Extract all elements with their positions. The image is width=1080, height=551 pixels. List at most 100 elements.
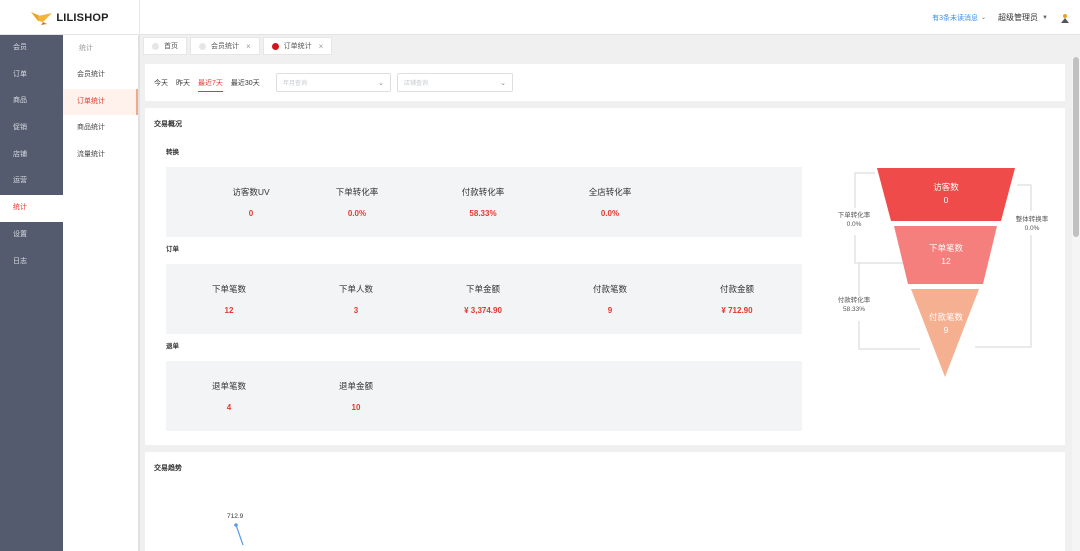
funnel-order-rate-label: 下单转化率 bbox=[837, 212, 871, 219]
funnel-overall-rate: 整体转换率 0.0% bbox=[1007, 215, 1057, 233]
funnel-orders-label: 下单笔数 12 bbox=[906, 242, 986, 268]
stat-value: 58.33% bbox=[469, 209, 497, 218]
conversion-funnel: 访客数 0 下单笔数 12 付款笔数 9 下单转化率 0.0% 付款转化率 58… bbox=[835, 163, 1055, 383]
sidebar-item-settings[interactable]: 设置 bbox=[0, 222, 63, 249]
funnel-visitors-title: 访客数 bbox=[933, 182, 959, 192]
stat-value: 0.0% bbox=[347, 209, 367, 218]
refund-box: 退单笔数 4 退单金额 10 bbox=[166, 361, 802, 431]
funnel-pay-rate: 付款转化率 58.33% bbox=[829, 296, 879, 314]
transaction-overview-card: 交易概况 转换 访客数UV 0 下单转化率 0.0% 付款转化率 58.33% … bbox=[145, 108, 1065, 445]
stat-value: ¥ 712.90 bbox=[721, 306, 753, 315]
order-title: 订单 bbox=[166, 246, 179, 253]
stat-value: 0 bbox=[248, 209, 254, 218]
refund-title: 退单 bbox=[166, 343, 179, 350]
stat-label: 付款笔数 bbox=[592, 284, 627, 294]
stat-order-count: 下单笔数 12 bbox=[174, 283, 284, 315]
stat-value: 0.0% bbox=[600, 209, 620, 218]
tab-order-stats[interactable]: 订单统计 × bbox=[262, 37, 333, 55]
shop-placeholder: 店铺查询 bbox=[404, 81, 429, 87]
filter-today[interactable]: 今天 bbox=[154, 78, 168, 92]
year-month-select[interactable]: 年月查询 ⌄ bbox=[276, 73, 391, 92]
year-month-placeholder: 年月查询 bbox=[283, 81, 308, 87]
submenu-item-goods-stats[interactable]: 商品统计 bbox=[63, 115, 138, 142]
sidebar-item-goods[interactable]: 商品 bbox=[0, 88, 63, 115]
funnel-order-rate: 下单转化率 0.0% bbox=[829, 211, 879, 229]
order-box: 下单笔数 12 下单人数 3 下单金额 ¥ 3,374.90 付款笔数 9 付款… bbox=[166, 264, 802, 334]
stat-label: 下单人数 bbox=[338, 284, 373, 294]
stat-store-conversion: 全店转化率 0.0% bbox=[555, 186, 665, 218]
stat-paid-amount: 付款金额 ¥ 712.90 bbox=[682, 283, 792, 315]
sidebar-item-order[interactable]: 订单 bbox=[0, 62, 63, 89]
funnel-orders-title: 下单笔数 bbox=[928, 243, 963, 253]
stat-refund-amount: 退单金额 10 bbox=[301, 380, 411, 412]
stat-payment-conversion: 付款转化率 58.33% bbox=[428, 186, 538, 218]
overview-title: 交易概况 bbox=[154, 121, 182, 128]
filter-yesterday[interactable]: 昨天 bbox=[176, 78, 190, 92]
tab-home[interactable]: 首页 bbox=[143, 37, 187, 55]
bird-logo-icon bbox=[31, 11, 53, 25]
unread-messages-link[interactable]: 有3条未读消息 ⌄ bbox=[932, 13, 986, 23]
chevron-down-icon: ⌄ bbox=[500, 79, 506, 87]
tab-member-stats[interactable]: 会员统计 × bbox=[190, 37, 260, 55]
sidebar-item-statistics[interactable]: 统计 bbox=[0, 195, 63, 222]
submenu-item-traffic-stats[interactable]: 流量统计 bbox=[63, 142, 138, 169]
close-icon[interactable]: × bbox=[246, 42, 251, 51]
filter-last-7-days[interactable]: 最近7天 bbox=[198, 78, 223, 92]
tab-label: 会员统计 bbox=[211, 43, 239, 50]
close-icon[interactable]: × bbox=[319, 42, 324, 51]
stat-paid-count: 付款笔数 9 bbox=[555, 283, 665, 315]
avatar-icon[interactable] bbox=[1060, 13, 1070, 23]
tab-dot-icon bbox=[199, 42, 206, 50]
shop-select[interactable]: 店铺查询 ⌄ bbox=[397, 73, 513, 92]
logo-text: LILISHOP bbox=[56, 11, 109, 24]
trend-line bbox=[234, 523, 244, 546]
page-tabs: 首页 会员统计 × 订单统计 × bbox=[143, 37, 333, 57]
submenu-item-member-stats[interactable]: 会员统计 bbox=[63, 62, 138, 89]
stat-label: 付款金额 bbox=[719, 284, 754, 294]
stat-label: 付款转化率 bbox=[461, 187, 505, 197]
date-quick-filters: 今天 昨天 最近7天 最近30天 bbox=[154, 78, 260, 92]
chevron-down-icon: ⌄ bbox=[981, 15, 987, 21]
stat-label: 下单转化率 bbox=[335, 187, 379, 197]
sidebar-item-shop[interactable]: 店铺 bbox=[0, 142, 63, 169]
funnel-pay-rate-value: 58.33% bbox=[842, 306, 866, 313]
chevron-down-icon: ⌄ bbox=[378, 79, 384, 87]
filter-card: 今天 昨天 最近7天 最近30天 年月查询 ⌄ 店铺查询 ⌄ bbox=[145, 64, 1065, 101]
stat-label: 全店转化率 bbox=[588, 187, 632, 197]
funnel-orders-value: 12 bbox=[941, 256, 951, 266]
stat-value: 12 bbox=[224, 306, 234, 315]
sidebar-item-operation[interactable]: 运营 bbox=[0, 168, 63, 195]
stat-label: 下单笔数 bbox=[211, 284, 246, 294]
submenu-title: 统计 bbox=[79, 45, 93, 52]
trend-title: 交易趋势 bbox=[154, 465, 182, 472]
stat-visitors-uv: 访客数UV 0 bbox=[196, 186, 306, 218]
sidebar-item-logs[interactable]: 日志 bbox=[0, 249, 63, 276]
sidebar-item-promotion[interactable]: 促销 bbox=[0, 115, 63, 142]
funnel-paid-label: 付款笔数 9 bbox=[906, 311, 986, 337]
stat-label: 访客数UV bbox=[232, 187, 270, 197]
stat-value: 10 bbox=[351, 403, 361, 412]
funnel-order-rate-value: 0.0% bbox=[846, 221, 862, 228]
stat-value: 9 bbox=[607, 306, 613, 315]
conversion-box: 访客数UV 0 下单转化率 0.0% 付款转化率 58.33% 全店转化率 0.… bbox=[166, 167, 802, 237]
logo[interactable]: LILISHOP bbox=[0, 0, 140, 35]
tab-label: 首页 bbox=[164, 43, 178, 50]
user-name: 超级管理员 bbox=[998, 13, 1039, 22]
filter-last-30-days[interactable]: 最近30天 bbox=[231, 78, 260, 92]
submenu-item-order-stats[interactable]: 订单统计 bbox=[63, 88, 138, 115]
user-menu[interactable]: 超级管理员 ▼ bbox=[998, 12, 1048, 23]
funnel-paid-value: 9 bbox=[943, 325, 949, 335]
tab-active-dot-icon bbox=[271, 42, 279, 50]
main-sidebar: 会员 订单 商品 促销 店铺 运营 统计 设置 日志 bbox=[0, 35, 63, 551]
funnel-paid-title: 付款笔数 bbox=[928, 312, 963, 322]
stat-value: 4 bbox=[226, 403, 232, 412]
sidebar-item-member[interactable]: 会员 bbox=[0, 35, 63, 62]
conversion-title: 转换 bbox=[166, 149, 179, 156]
trend-line-segment bbox=[235, 524, 244, 546]
stat-value: 3 bbox=[353, 306, 359, 315]
funnel-overall-rate-value: 0.0% bbox=[1024, 225, 1040, 232]
stat-order-conversion: 下单转化率 0.0% bbox=[302, 186, 412, 218]
funnel-overall-rate-label: 整体转换率 bbox=[1015, 216, 1049, 223]
stat-value: ¥ 3,374.90 bbox=[464, 306, 502, 315]
page-scrollbar-thumb[interactable] bbox=[1073, 57, 1079, 237]
